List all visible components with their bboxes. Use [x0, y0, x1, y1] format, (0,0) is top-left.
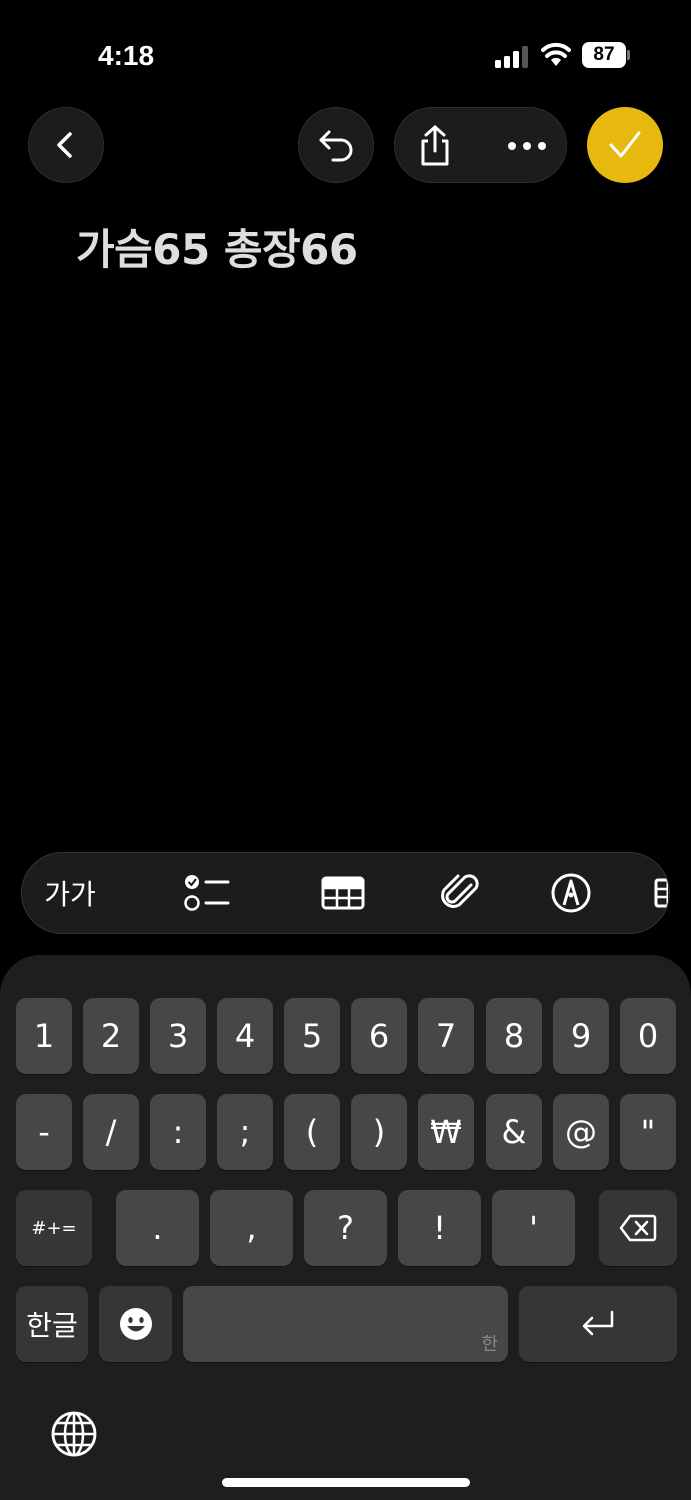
key-quote[interactable]: ": [620, 1094, 676, 1170]
note-title[interactable]: 가슴65 총장66: [76, 216, 358, 277]
done-button[interactable]: [587, 107, 663, 183]
key-2[interactable]: 2: [83, 998, 139, 1074]
checklist-button[interactable]: [172, 853, 242, 933]
emoji-key[interactable]: [99, 1286, 172, 1362]
key-5[interactable]: 5: [284, 998, 340, 1074]
table-button[interactable]: [308, 853, 378, 933]
key-7[interactable]: 7: [418, 998, 474, 1074]
home-indicator[interactable]: [222, 1478, 470, 1487]
key-0[interactable]: 0: [620, 998, 676, 1074]
attachment-button[interactable]: [426, 853, 496, 933]
delete-icon: [619, 1214, 657, 1242]
key-4[interactable]: 4: [217, 998, 273, 1074]
key-8[interactable]: 8: [486, 998, 542, 1074]
ellipsis-icon: [508, 142, 546, 150]
checklist-icon: [184, 875, 230, 911]
globe-icon[interactable]: [48, 1408, 100, 1460]
symbols-key[interactable]: #+=: [16, 1190, 92, 1266]
key-won[interactable]: ₩: [418, 1094, 474, 1170]
battery-level: 87: [582, 42, 626, 68]
keyboard: 1 2 3 4 5 6 7 8 9 0 - / : ; ( ) ₩ & @ " …: [0, 955, 691, 1500]
undo-button[interactable]: [298, 107, 374, 183]
key-colon[interactable]: :: [150, 1094, 206, 1170]
korean-layout-key[interactable]: 한글: [16, 1286, 88, 1362]
cellular-signal-icon: [495, 46, 528, 68]
share-icon: [421, 125, 449, 166]
wifi-icon: [541, 42, 571, 66]
key-3[interactable]: 3: [150, 998, 206, 1074]
back-button[interactable]: [28, 107, 104, 183]
status-time: 4:18: [98, 40, 155, 71]
key-ampersand[interactable]: &: [486, 1094, 542, 1170]
key-6[interactable]: 6: [351, 998, 407, 1074]
key-comma[interactable]: ,: [210, 1190, 293, 1266]
text-style-button[interactable]: 가가: [40, 853, 100, 933]
key-open-paren[interactable]: (: [284, 1094, 340, 1170]
more-button[interactable]: [499, 122, 555, 170]
delete-key[interactable]: [599, 1190, 677, 1266]
markup-pen-icon: [551, 873, 591, 913]
key-apostrophe[interactable]: ': [492, 1190, 575, 1266]
key-exclamation[interactable]: !: [398, 1190, 481, 1266]
checkmark-icon: [609, 131, 641, 158]
key-9[interactable]: 9: [553, 998, 609, 1074]
key-period[interactable]: .: [116, 1190, 199, 1266]
paperclip-icon: [441, 874, 479, 908]
undo-icon: [319, 130, 353, 162]
more-tools-icon[interactable]: [646, 853, 669, 933]
space-key[interactable]: 한: [183, 1286, 508, 1362]
key-question[interactable]: ?: [304, 1190, 387, 1266]
key-semicolon[interactable]: ;: [217, 1094, 273, 1170]
battery-icon: 87: [582, 42, 630, 68]
table-icon: [321, 876, 365, 910]
return-icon: [582, 1310, 614, 1336]
key-slash[interactable]: /: [83, 1094, 139, 1170]
key-at[interactable]: @: [553, 1094, 609, 1170]
share-button[interactable]: [411, 122, 459, 170]
space-hint: 한: [481, 1334, 498, 1355]
chevron-left-icon: [57, 132, 72, 158]
emoji-icon: [119, 1308, 152, 1340]
key-hyphen[interactable]: -: [16, 1094, 72, 1170]
actions-pill: [394, 107, 567, 183]
key-1[interactable]: 1: [16, 998, 72, 1074]
markup-button[interactable]: [536, 853, 606, 933]
key-close-paren[interactable]: ): [351, 1094, 407, 1170]
return-key[interactable]: [519, 1286, 677, 1362]
format-toolbar: 가가: [21, 852, 670, 934]
